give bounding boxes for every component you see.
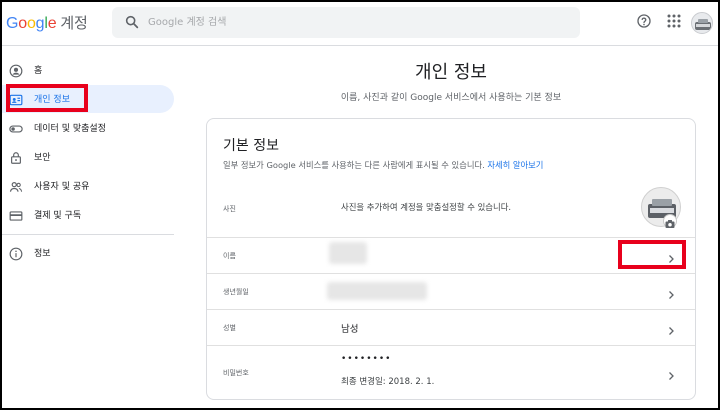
password-last-changed: 최종 변경일: 2018. 2. 1.	[341, 377, 435, 387]
row-label: 이름	[223, 252, 236, 260]
row-label: 비밀번호	[223, 369, 249, 377]
credit-card-icon	[9, 208, 23, 222]
info-icon	[9, 246, 23, 261]
row-value: 남성	[341, 324, 359, 335]
row-label: 성별	[223, 324, 236, 332]
row-value: 사진을 추가하여 계정을 맞춤설정할 수 있습니다.	[341, 202, 512, 212]
logo-letter: G	[6, 15, 19, 32]
page-subtitle: 이름, 사진과 같이 Google 서비스에서 사용하는 기본 정보	[340, 93, 562, 103]
top-bar: Google 계정	[0, 0, 720, 46]
sidebar-item-label: 데이터 및 맞춤설정	[34, 124, 106, 134]
google-account-logo[interactable]: Google 계정	[6, 12, 88, 33]
sidebar-item-people-sharing[interactable]: 사용자 및 공유	[0, 172, 174, 200]
chevron-right-icon[interactable]	[665, 367, 677, 380]
lock-icon	[9, 150, 23, 164]
redacted-name	[329, 242, 367, 264]
learn-more-link[interactable]: 자세히 알아보기	[487, 160, 543, 170]
row-label: 사진	[223, 205, 236, 213]
sidebar-item-security[interactable]: 보안	[0, 143, 174, 171]
sidebar-item-about[interactable]: 정보	[0, 239, 174, 267]
photo-row[interactable]: 사진 사진을 추가하여 계정을 맞춤설정할 수 있습니다.	[207, 183, 695, 237]
birthday-row[interactable]: 생년월일	[207, 273, 695, 309]
search-input[interactable]	[148, 7, 568, 38]
password-mask: ••••••••	[341, 354, 392, 364]
sidebar-item-label: 정보	[34, 249, 51, 259]
password-row[interactable]: 비밀번호 •••••••• 최종 변경일: 2018. 2. 1.	[207, 345, 695, 400]
logo-letter: o	[18, 15, 27, 32]
apps-grid-icon[interactable]	[667, 13, 681, 32]
sidebar-item-payments[interactable]: 결제 및 구독	[0, 201, 174, 229]
people-icon	[9, 179, 23, 193]
card-description: 일부 정보가 Google 서비스를 사용하는 다른 사람에게 표시될 수 있습…	[223, 159, 543, 171]
logo-account-text: 계정	[60, 14, 88, 32]
card-title: 기본 정보	[223, 138, 279, 154]
account-circle-icon	[9, 63, 23, 78]
highlight-box	[6, 84, 88, 112]
logo-letter: o	[26, 15, 36, 32]
help-circle-icon[interactable]	[636, 13, 652, 33]
sidebar-item-label: 사용자 및 공유	[34, 182, 90, 192]
row-label: 생년월일	[223, 288, 249, 296]
page-title: 개인 정보	[415, 62, 487, 83]
highlight-box	[618, 240, 686, 269]
chevron-right-icon[interactable]	[665, 286, 677, 299]
gender-row[interactable]: 성별 남성	[207, 309, 695, 345]
search-icon	[124, 14, 140, 34]
sidebar-item-label: 보안	[34, 153, 51, 163]
sidebar-divider	[0, 234, 174, 235]
logo-letter: e	[47, 15, 57, 32]
sidebar-item-label: 홈	[34, 66, 43, 76]
chevron-right-icon[interactable]	[665, 322, 677, 335]
card-description-text: 일부 정보가 Google 서비스를 사용하는 다른 사람에게 표시될 수 있습…	[223, 160, 485, 170]
sidebar-item-data-personalization[interactable]: 데이터 및 맞춤설정	[0, 114, 174, 142]
sidebar-item-label: 결제 및 구독	[34, 211, 82, 221]
camera-icon[interactable]	[663, 214, 677, 228]
redacted-birthday	[327, 282, 427, 300]
sidebar-item-home[interactable]: 홈	[0, 56, 174, 84]
account-avatar-icon[interactable]	[691, 12, 713, 34]
search-box[interactable]	[112, 7, 580, 38]
toggle-icon	[9, 121, 23, 135]
